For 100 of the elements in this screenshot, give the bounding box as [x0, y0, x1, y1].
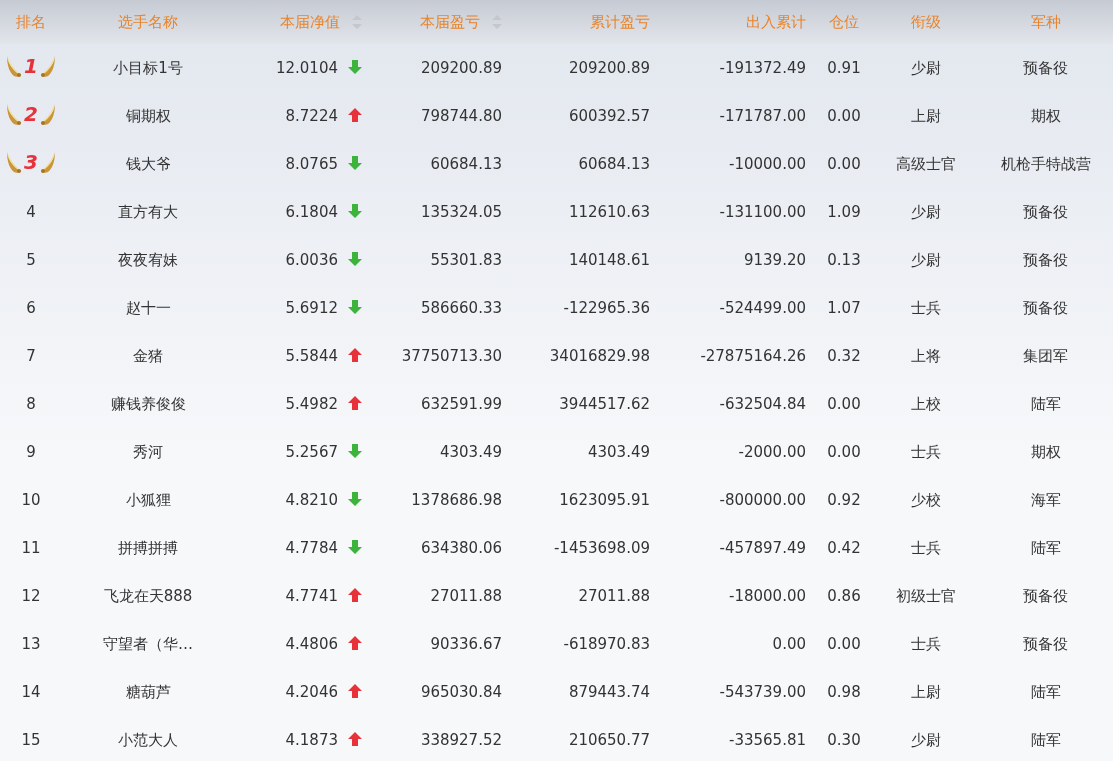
- table-cell: 上将: [911, 346, 941, 365]
- table-cell: 士兵: [911, 442, 941, 461]
- table-cell: 陆军: [1030, 538, 1061, 557]
- table-cell: 1.09: [827, 203, 861, 221]
- table-cell: 预备役: [1023, 586, 1068, 605]
- table-cell: -1453698.09: [553, 539, 650, 557]
- table-cell: 338927.52: [420, 731, 502, 749]
- rank-number: 8: [26, 395, 36, 413]
- table-cell: 9139.20: [743, 251, 806, 269]
- table-cell: 士兵: [911, 298, 941, 317]
- column-header: 出入累计: [746, 12, 806, 31]
- net-value: 4.7784: [285, 539, 338, 557]
- table-cell: 陆军: [1030, 730, 1061, 749]
- table-cell: 预备役: [1023, 202, 1068, 221]
- rank-number: 14: [21, 683, 41, 701]
- table-cell: 机枪手特战营: [1000, 154, 1091, 173]
- table-cell: 1.07: [827, 299, 861, 317]
- table-cell: 0.92: [827, 491, 861, 509]
- table-cell: 3944517.62: [559, 395, 650, 413]
- table-cell: -618970.83: [563, 635, 650, 653]
- table-cell: 高级士官: [896, 154, 956, 173]
- table-cell: 预备役: [1023, 250, 1068, 269]
- table-cell: 4303.49: [439, 443, 502, 461]
- rank-number: 6: [26, 299, 36, 317]
- net-value: 6.0036: [285, 251, 338, 269]
- rank-number: 2: [24, 102, 38, 126]
- table-cell: 879443.74: [568, 683, 650, 701]
- rank-number: 4: [26, 203, 36, 221]
- table-cell: 陆军: [1030, 394, 1061, 413]
- table-cell: 士兵: [911, 634, 941, 653]
- net-value: 5.5844: [285, 347, 338, 365]
- column-header: 军种: [1030, 12, 1061, 31]
- table-cell: 0.13: [827, 251, 861, 269]
- table-cell: 少尉: [911, 58, 941, 77]
- table-cell: 60684.13: [578, 155, 650, 173]
- table-cell: 0.00: [827, 635, 861, 653]
- table-cell: -543739.00: [719, 683, 806, 701]
- table-cell: 600392.57: [568, 107, 650, 125]
- table-cell: 140148.61: [568, 251, 650, 269]
- table-cell: 965030.84: [420, 683, 502, 701]
- table-cell: -27875164.26: [700, 347, 806, 365]
- table-cell: -524499.00: [719, 299, 806, 317]
- table-cell: 陆军: [1030, 682, 1061, 701]
- player-name: 飞龙在天888: [103, 586, 193, 605]
- player-name: 糖葫芦: [125, 682, 171, 701]
- net-value: 4.7741: [285, 587, 338, 605]
- table-cell: 632591.99: [420, 395, 502, 413]
- table-cell: 0.00: [827, 443, 861, 461]
- table-cell: 初级士官: [896, 586, 956, 605]
- table-cell: 55301.83: [430, 251, 502, 269]
- table-cell: 1623095.91: [559, 491, 650, 509]
- net-value: 4.8210: [285, 491, 338, 509]
- table-cell: 90336.67: [430, 635, 502, 653]
- player-name: 铜期权: [125, 106, 171, 125]
- table-cell: -131100.00: [719, 203, 806, 221]
- table-cell: 135324.05: [420, 203, 502, 221]
- table-cell: 预备役: [1023, 634, 1068, 653]
- net-value: 8.7224: [285, 107, 338, 125]
- rank-number: 7: [26, 347, 36, 365]
- column-header[interactable]: 本届盈亏: [420, 12, 502, 31]
- table-cell: 期权: [1030, 106, 1061, 125]
- table-cell: 预备役: [1023, 58, 1068, 77]
- player-name: 直方有大: [118, 202, 178, 221]
- table-cell: 1378686.98: [411, 491, 502, 509]
- player-name: 赚钱养俊俊: [110, 394, 186, 413]
- table-cell: 预备役: [1023, 298, 1068, 317]
- player-name: 金猪: [133, 346, 163, 365]
- rank-number: 10: [21, 491, 41, 509]
- table-cell: 60684.13: [430, 155, 502, 173]
- table-cell: 209200.89: [420, 59, 502, 77]
- table-cell: 期权: [1030, 442, 1061, 461]
- table-cell: 0.30: [827, 731, 861, 749]
- player-name: 守望者（华…: [103, 634, 193, 653]
- table-cell: 112610.63: [568, 203, 650, 221]
- table-cell: 27011.88: [578, 587, 650, 605]
- table-cell: 0.00: [827, 107, 861, 125]
- rank-number: 9: [26, 443, 36, 461]
- table-cell: -10000.00: [729, 155, 806, 173]
- table-cell: -800000.00: [719, 491, 806, 509]
- table-cell: 上尉: [911, 682, 941, 701]
- net-value: 5.6912: [285, 299, 338, 317]
- table-cell: -457897.49: [719, 539, 806, 557]
- table-cell: 37750713.30: [401, 347, 502, 365]
- table-cell: 0.00: [827, 155, 861, 173]
- table-cell: -632504.84: [719, 395, 806, 413]
- column-header: 累计盈亏: [590, 12, 650, 31]
- table-cell: -2000.00: [738, 443, 806, 461]
- table-cell: 上尉: [911, 106, 941, 125]
- column-header: 仓位: [829, 12, 859, 31]
- table-cell: 209200.89: [568, 59, 650, 77]
- table-cell: 少尉: [911, 730, 941, 749]
- table-cell: -18000.00: [729, 587, 806, 605]
- player-name: 夜夜宥妹: [118, 250, 178, 269]
- table-cell: 0.86: [827, 587, 861, 605]
- table-cell: 0.00: [827, 395, 861, 413]
- net-value: 4.2046: [285, 683, 338, 701]
- column-header[interactable]: 本届净值: [280, 12, 362, 31]
- net-value: 4.1873: [285, 731, 338, 749]
- rank-number: 12: [21, 587, 41, 605]
- rank-number: 1: [24, 54, 38, 78]
